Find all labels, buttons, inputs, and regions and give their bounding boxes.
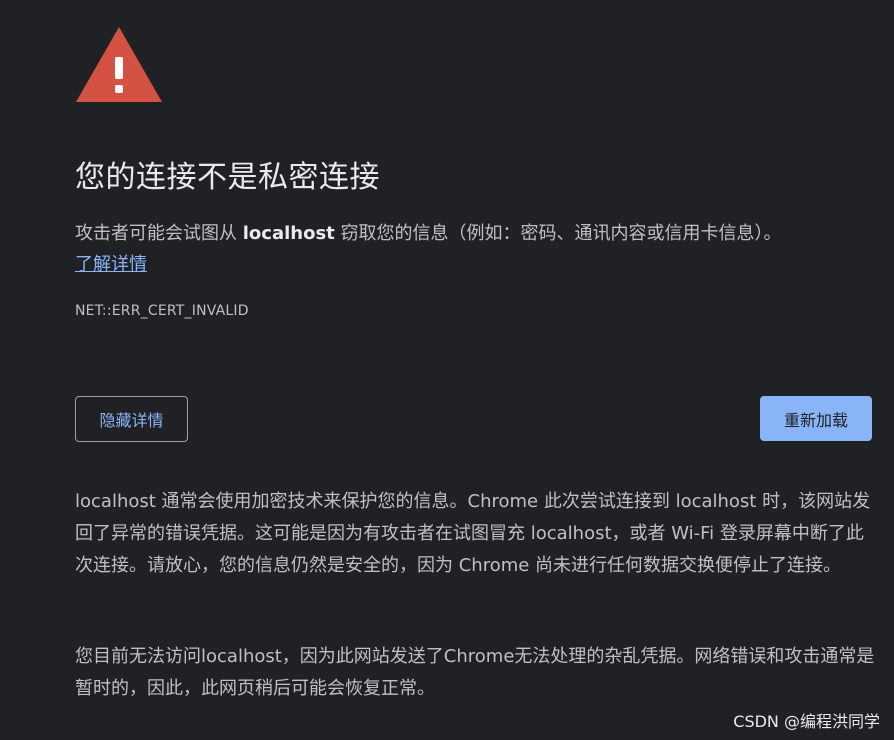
hide-details-button[interactable]: 隐藏详情 — [75, 396, 188, 442]
error-code: NET::ERR_CERT_INVALID — [75, 303, 249, 319]
intro-before-host: 攻击者可能会试图从 — [75, 223, 243, 244]
warning-triangle-icon — [76, 27, 162, 102]
intro-host: localhost — [242, 223, 335, 244]
details-paragraph-2: 您目前无法访问localhost，因为此网站发送了Chrome无法处理的杂乱凭据… — [75, 646, 875, 699]
intro-after-host: 窃取您的信息（例如：密码、通讯内容或信用卡信息）。 — [334, 223, 782, 244]
interstitial-page: 您的连接不是私密连接 攻击者可能会试图从 localhost 窃取您的信息（例如… — [0, 0, 894, 740]
page-title: 您的连接不是私密连接 — [75, 160, 380, 195]
watermark: CSDN @编程洪同学 — [733, 712, 880, 731]
learn-more-link[interactable]: 了解详情 — [75, 251, 147, 279]
details-paragraph-1: localhost 通常会使用加密技术来保护您的信息。Chrome 此次尝试连接… — [75, 491, 871, 576]
intro-text: 攻击者可能会试图从 localhost 窃取您的信息（例如：密码、通讯内容或信用… — [75, 220, 782, 248]
reload-button[interactable]: 重新加载 — [760, 396, 872, 441]
